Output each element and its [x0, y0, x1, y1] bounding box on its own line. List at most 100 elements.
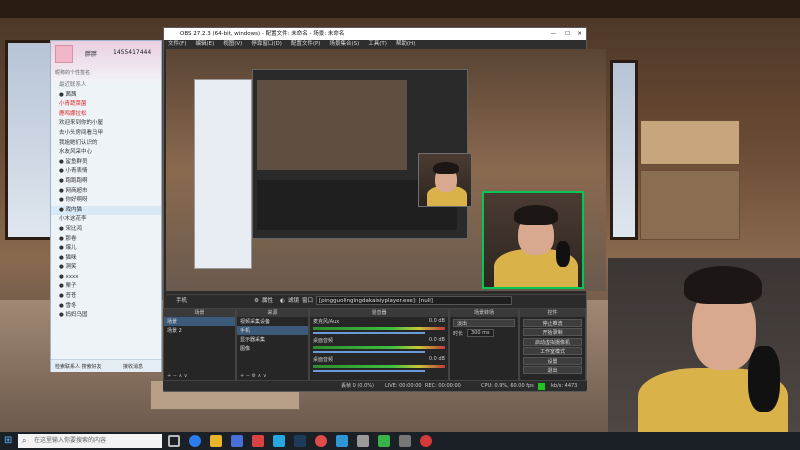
control-button[interactable]: 退出 — [523, 366, 582, 374]
source-item[interactable]: 图像 — [237, 344, 308, 353]
qq-bottom-search[interactable]: 检索联系人 搜索好友 — [55, 363, 102, 370]
list-item[interactable]: 小木这花李 — [51, 215, 161, 225]
record-app-icon[interactable] — [420, 435, 432, 447]
app-icon-2[interactable] — [399, 435, 411, 447]
netease-icon[interactable] — [315, 435, 327, 447]
controls-dock: 控件 停止推流 开始录制 启动虚拟摄像机 工作室模式 设置 退出 — [519, 308, 586, 382]
list-item[interactable]: 水友风采中心 — [51, 148, 161, 158]
list-item[interactable]: ● 小青表情 — [51, 167, 161, 177]
menu-item[interactable]: 停靠窗口(D) — [251, 41, 282, 47]
source-item[interactable]: 视频采集设备 — [237, 317, 308, 326]
scenes-dock: 场景 场景 场景 2 + − ∧ ∨ — [163, 308, 236, 382]
filter-icon[interactable]: ◐ — [280, 295, 285, 307]
menu-item[interactable]: 场景集合(S) — [329, 41, 359, 47]
list-item[interactable]: ● 栗子 — [51, 282, 161, 292]
background-window-right — [610, 60, 638, 240]
browser-icon[interactable] — [336, 435, 348, 447]
window-field-label: 窗口 — [302, 298, 314, 304]
scenes-dock-title: 场景 — [164, 309, 235, 317]
maximize-icon[interactable]: ☐ — [565, 28, 570, 40]
list-item[interactable]: ● 妈妈乌国 — [51, 311, 161, 321]
control-button[interactable]: 工作室模式 — [523, 347, 582, 355]
volume-slider[interactable] — [313, 332, 426, 334]
mixer-track: 桌面音频 0.0 dB — [313, 356, 445, 372]
scene-item[interactable]: 场景 — [164, 317, 235, 326]
list-item[interactable]: ● 鲨鱼群员 — [51, 158, 161, 168]
list-item[interactable]: ● 雪冬 — [51, 302, 161, 312]
volume-slider[interactable] — [313, 370, 426, 372]
minimize-icon[interactable]: — — [551, 28, 557, 40]
volume-slider[interactable] — [313, 351, 426, 353]
avatar[interactable] — [55, 45, 73, 63]
control-button[interactable]: 设置 — [523, 356, 582, 365]
preview-webcam-selected[interactable] — [482, 191, 584, 289]
list-item[interactable]: ● 跑跑跑啊 — [51, 177, 161, 187]
control-button[interactable]: 开始录制 — [523, 328, 582, 336]
menu-item[interactable]: 文件(F) — [168, 41, 186, 47]
list-item[interactable]: 去小头房间看马甲 — [51, 129, 161, 139]
mixer-track: 麦克风/Aux 0.0 dB — [313, 318, 445, 334]
taskbar-search-input[interactable]: 在这里输入你要搜索的内容 — [18, 434, 162, 448]
control-button[interactable]: 启动虚拟摄像机 — [523, 337, 582, 346]
task-view-icon[interactable] — [168, 435, 180, 447]
qq-section-label: 最近联系人 — [59, 82, 87, 88]
list-item[interactable]: ● 网商超市 — [51, 187, 161, 197]
app-icon[interactable] — [357, 435, 369, 447]
edge-icon[interactable] — [189, 435, 201, 447]
mixer-track-name: 桌面音频 — [313, 338, 334, 344]
background-shelf-lower — [640, 170, 740, 240]
list-item[interactable]: ● 茜茜 — [51, 91, 161, 101]
qq-icon[interactable] — [273, 435, 285, 447]
window-select[interactable]: [pingguolingingdakaisiyplayer.exe]: [nul… — [316, 296, 512, 305]
list-item[interactable]: 我姐她们认识的 — [51, 139, 161, 149]
source-item[interactable]: 手机 — [237, 326, 308, 335]
wechat-icon[interactable] — [378, 435, 390, 447]
scene-item[interactable]: 场景 2 — [164, 326, 235, 335]
qq-signature[interactable]: 昵称的个性签名 — [55, 69, 90, 76]
qq-bottom-status[interactable]: 接收消息 — [123, 363, 143, 370]
list-item[interactable]: ● 那卷 — [51, 235, 161, 245]
menu-item[interactable]: 工具(T) — [368, 41, 387, 47]
list-item[interactable]: ● 你好啊呀 — [51, 196, 161, 206]
close-icon[interactable]: ✕ — [577, 28, 582, 40]
preview-webcam-small — [418, 153, 472, 207]
list-item[interactable]: ● 洞笑 — [51, 263, 161, 273]
list-item[interactable]: 鹿鸣娜拉松 — [51, 110, 161, 120]
mixer-dock: 混音器 麦克风/Aux 0.0 dB 桌面音频 0.0 dB 桌面音频 0.0 dB — [309, 308, 449, 382]
properties-button[interactable]: 属性 — [262, 295, 273, 307]
transitions-dock-title: 场景转场 — [450, 309, 518, 317]
list-item[interactable]: ● 宋比鸿 — [51, 225, 161, 235]
duration-label: 时长 — [453, 330, 464, 337]
duration-input[interactable]: 300 ms — [467, 329, 494, 337]
list-item[interactable]: ● 戏内猫 — [51, 205, 161, 216]
menu-item[interactable]: 编辑(E) — [195, 41, 214, 47]
store-icon[interactable] — [231, 435, 243, 447]
mixer-track-db: 0.0 dB — [428, 356, 445, 362]
list-item[interactable]: ● 猫咪 — [51, 254, 161, 264]
list-item[interactable]: 欢迎来到你的小屋 — [51, 119, 161, 129]
sources-dock: 来源 视频采集设备 手机 显示器采集 图像 + − ⚙ ∧ ∨ — [236, 308, 309, 382]
filters-button[interactable]: 滤镜 — [288, 295, 299, 307]
file-explorer-icon[interactable] — [210, 435, 222, 447]
list-item[interactable]: 小青蔬菜菌 — [51, 100, 161, 110]
add-scene-icon[interactable]: + − ∧ ∨ — [167, 373, 187, 379]
obs-icon[interactable] — [252, 435, 264, 447]
menu-item[interactable]: 帮助(H) — [396, 41, 415, 47]
webcam-overlay — [608, 258, 800, 432]
gear-icon[interactable]: ⚙ — [254, 295, 259, 307]
windows-start-icon[interactable]: ⊞ — [4, 436, 14, 446]
obs-preview[interactable] — [166, 49, 606, 291]
mixer-track-name: 麦克风/Aux — [313, 319, 340, 325]
transition-select[interactable]: 淡出 — [453, 319, 515, 327]
list-item[interactable]: ● xxxx — [51, 273, 161, 283]
steam-icon[interactable] — [294, 435, 306, 447]
list-item[interactable]: ● 苍苍 — [51, 292, 161, 302]
list-item[interactable]: ● 爆儿 — [51, 244, 161, 254]
hair — [433, 162, 459, 174]
preview-qq-capture — [194, 79, 252, 269]
menu-item[interactable]: 视图(V) — [223, 41, 242, 47]
add-source-icon[interactable]: + − ⚙ ∧ ∨ — [240, 373, 267, 379]
source-item[interactable]: 显示器采集 — [237, 335, 308, 344]
menu-item[interactable]: 配置文件(P) — [291, 41, 321, 47]
control-button[interactable]: 停止推流 — [523, 318, 582, 327]
